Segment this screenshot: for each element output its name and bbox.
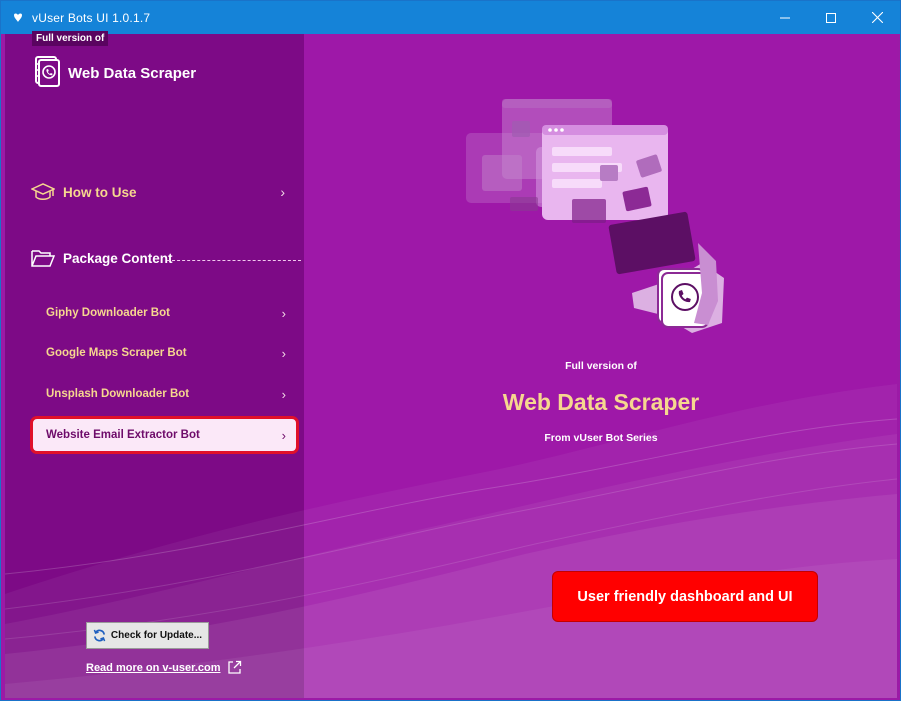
chevron-right-icon: › — [281, 427, 286, 443]
minimize-button[interactable] — [762, 1, 808, 34]
contact-book-icon — [32, 55, 60, 92]
promo-banner: User friendly dashboard and UI — [552, 571, 818, 622]
hero-illustration — [466, 99, 724, 333]
close-button[interactable] — [854, 1, 900, 34]
minimize-icon — [780, 17, 790, 18]
window-controls — [762, 1, 900, 34]
package-item-label: Giphy Downloader Bot — [46, 307, 170, 319]
chevron-right-icon: › — [280, 184, 285, 200]
product-brand: Web Data Scraper — [32, 55, 196, 92]
maximize-button[interactable] — [808, 1, 854, 34]
package-item-giphy[interactable]: Giphy Downloader Bot › — [30, 294, 299, 332]
product-title: Web Data Scraper — [68, 65, 197, 82]
graduation-cap-icon — [31, 181, 55, 203]
app-window: vUser Bots UI 1.0.1.7 Full version of We… — [0, 0, 901, 701]
title-bar: vUser Bots UI 1.0.1.7 — [1, 1, 900, 34]
check-update-label: Check for Update... — [110, 630, 203, 641]
nav-how-to-use[interactable]: How to Use › — [31, 181, 291, 203]
package-item-label: Unsplash Downloader Bot — [46, 388, 190, 400]
version-badge: Full version of — [32, 31, 109, 46]
chevron-right-icon: › — [281, 305, 286, 321]
hero-subtitle: From vUser Bot Series — [544, 432, 658, 444]
nav-label-how-to-use: How to Use — [63, 184, 137, 200]
external-link-icon — [227, 660, 242, 675]
read-more-link[interactable]: Read more on v-user.com — [86, 660, 242, 675]
chevron-right-icon: › — [281, 345, 286, 361]
maximize-icon — [826, 12, 836, 23]
check-update-button[interactable]: Check for Update... — [86, 622, 209, 649]
app-logo-icon — [12, 11, 26, 25]
chevron-right-icon: › — [281, 386, 286, 402]
read-more-text: Read more on v-user.com — [86, 661, 221, 674]
package-item-label: Google Maps Scraper Bot — [46, 347, 187, 359]
hero-caption-small: Full version of — [565, 360, 637, 372]
package-item-label: Website Email Extractor Bot — [46, 429, 200, 441]
refresh-icon — [93, 629, 106, 642]
hero-title: Web Data Scraper — [502, 389, 700, 415]
package-item-google-maps[interactable]: Google Maps Scraper Bot › — [30, 334, 299, 372]
window-title: vUser Bots UI 1.0.1.7 — [32, 10, 151, 25]
nav-package-content[interactable]: Package Content — [31, 248, 291, 268]
package-item-unsplash[interactable]: Unsplash Downloader Bot › — [30, 375, 299, 413]
package-divider — [167, 260, 301, 261]
close-icon — [871, 12, 883, 23]
folder-open-icon — [31, 248, 55, 268]
package-item-website-email-extractor[interactable]: Website Email Extractor Bot › — [30, 416, 299, 454]
nav-label-package-content: Package Content — [63, 250, 173, 266]
